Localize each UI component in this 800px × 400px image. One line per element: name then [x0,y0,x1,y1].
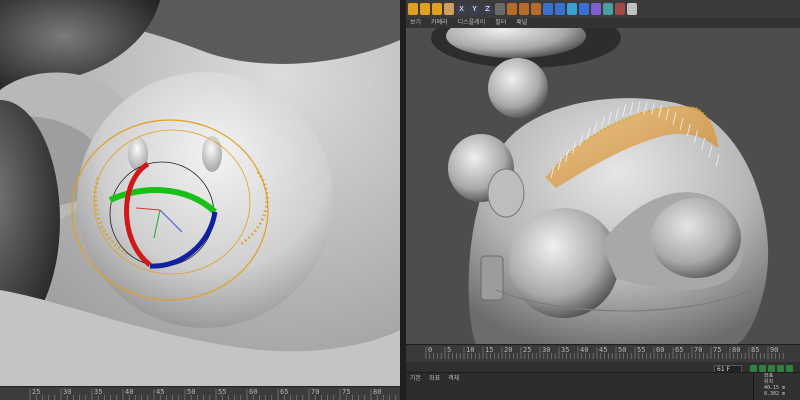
timeline-tick-label: 5 [447,346,452,354]
timeline-tick-label: 70 [694,346,703,354]
goto-start-button[interactable] [750,365,757,372]
left-ruler-tick-label: 40 [125,388,134,396]
playback-controls: 61 F [406,362,800,375]
timeline-tick-label: 85 [751,346,760,354]
attributes-panel: 좌표 위치 40.15 m 8.302 m [753,373,800,400]
prev-frame-button[interactable] [759,365,766,372]
left-ruler-tick-label: 75 [342,388,351,396]
timeline-tick-label: 35 [561,346,570,354]
left-ruler-tick-label: 45 [156,388,165,396]
left-viewport[interactable]: 25 30 35 40 45 50 55 60 65 70 75 80 [0,0,400,400]
bottom-tab-1[interactable]: 좌표 [429,373,440,382]
menu-item-3[interactable]: 필터 [495,18,506,28]
timeline-tick-label: 15 [485,346,494,354]
render-settings-icon[interactable] [531,3,541,15]
deformer-icon[interactable] [591,3,601,15]
timeline-tick-label: 80 [732,346,741,354]
timeline-tick-label: 10 [466,346,475,354]
bottom-tabs: 기본 좌표 객체 [410,373,459,382]
play-button[interactable] [768,365,775,372]
left-ruler-tick-label: 25 [32,388,41,396]
array-icon[interactable] [579,3,589,15]
left-ruler-ticks [29,389,397,400]
x-axis-icon[interactable]: X [456,3,467,15]
z-axis-icon[interactable]: Z [482,3,493,15]
menu-item-1[interactable]: 카메라 [431,18,448,28]
y-axis-icon[interactable]: Y [469,3,480,15]
right-viewport-pane[interactable]: XYZ 보기 카메라 디스플레이 필터 패널 0 5 10 15 20 25 3… [406,0,800,400]
menu-item-2[interactable]: 디스플레이 [458,18,486,28]
spline-icon[interactable] [555,3,565,15]
move-icon[interactable] [408,3,418,15]
left-viewport-scene[interactable] [0,0,400,386]
right-viewport-scene[interactable] [406,28,800,344]
scene-icon[interactable] [603,3,613,15]
left-ruler-tick-label: 50 [187,388,196,396]
right-viewport[interactable] [406,28,800,344]
menu-item-4[interactable]: 패널 [516,18,527,28]
left-ruler-tick-label: 30 [63,388,72,396]
left-ruler-tick-label: 55 [218,388,227,396]
timeline-tick-label: 75 [713,346,722,354]
bottom-tab-0[interactable]: 기본 [410,373,421,382]
render-region-icon[interactable] [507,3,517,15]
timeline-tick-label: 65 [675,346,684,354]
rotate-icon[interactable] [432,3,442,15]
timeline-tick-label: 20 [504,346,513,354]
timeline-tick-label: 40 [580,346,589,354]
timeline-tick-label: 45 [599,346,608,354]
cube-icon[interactable] [543,3,553,15]
left-ruler-tick-label: 60 [249,388,258,396]
camera-icon[interactable] [615,3,625,15]
nurbs-icon[interactable] [567,3,577,15]
attr-pos-y[interactable]: 8.302 m [754,391,800,397]
timeline-tick-label: 30 [542,346,551,354]
bottom-panel: 기본 좌표 객체 좌표 위치 40.15 m 8.302 m [406,372,800,400]
render-view-icon[interactable] [519,3,529,15]
left-ruler-tick-label: 80 [373,388,382,396]
main-toolbar: XYZ [406,0,800,19]
world-icon[interactable] [495,3,505,15]
left-timeline-ruler[interactable]: 25 30 35 40 45 50 55 60 65 70 75 80 [0,386,400,400]
select-icon[interactable] [444,3,454,15]
timeline-tick-label: 90 [770,346,779,354]
left-ruler-tick-label: 35 [94,388,103,396]
left-ruler-tick-label: 65 [280,388,289,396]
bottom-tab-2[interactable]: 객체 [448,373,459,382]
timeline-tick-label: 55 [637,346,646,354]
next-frame-button[interactable] [777,365,784,372]
timeline-tick-label: 0 [428,346,433,354]
timeline-ruler[interactable]: 0 5 10 15 20 25 30 35 40 45 50 55 60 65 70 75 80 85 90 [406,344,800,363]
light-icon[interactable] [627,3,637,15]
goto-end-button[interactable] [786,365,793,372]
timeline-tick-label: 50 [618,346,627,354]
viewport-menubar: 보기 카메라 디스플레이 필터 패널 [406,18,800,28]
menu-item-0[interactable]: 보기 [410,18,421,28]
timeline-tick-label: 25 [523,346,532,354]
timeline-tick-label: 60 [656,346,665,354]
left-ruler-tick-label: 70 [311,388,320,396]
scale-icon[interactable] [420,3,430,15]
